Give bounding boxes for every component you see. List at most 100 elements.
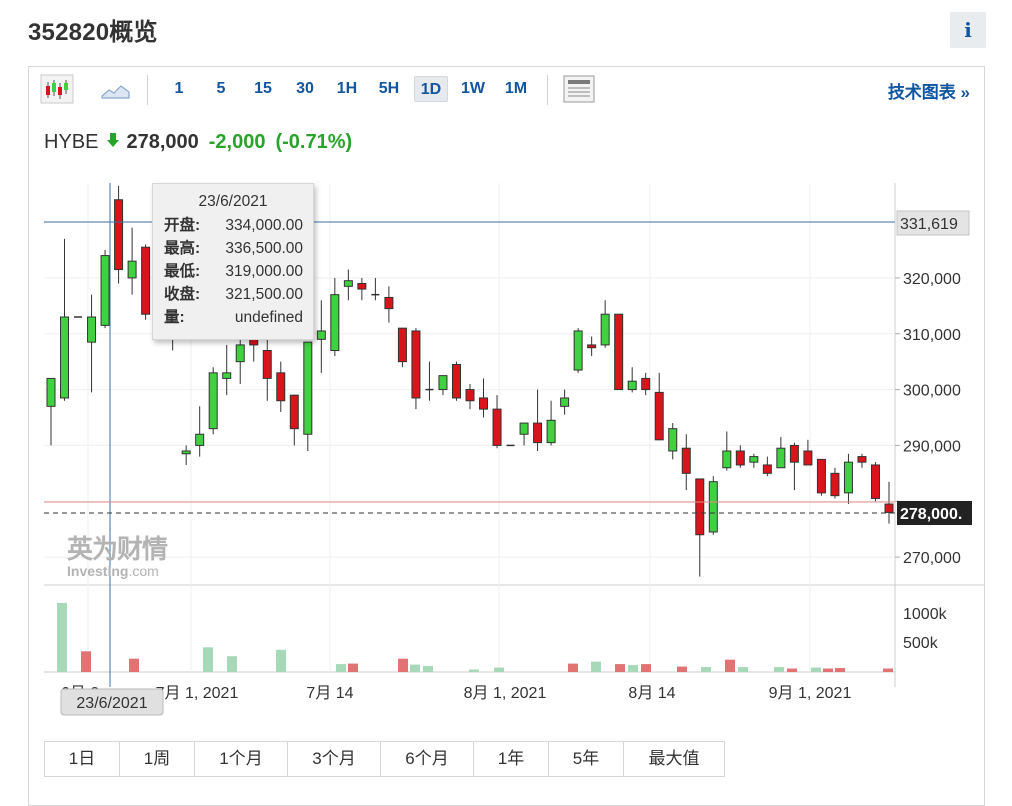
candle (614, 313, 624, 391)
candle-body (127, 260, 137, 279)
candle-body (843, 461, 853, 494)
candle (533, 389, 543, 451)
crosshair-price-label: 331,619 (900, 216, 958, 233)
range-1y[interactable]: 1年 (474, 742, 549, 776)
range-5y[interactable]: 5年 (549, 742, 624, 776)
candle (343, 269, 353, 301)
volume-bar (423, 666, 433, 672)
range-1w[interactable]: 1周 (120, 742, 195, 776)
volume-bar (615, 664, 625, 672)
candle-body (289, 394, 299, 430)
candle (641, 372, 651, 396)
volume-tick-label: 500k (903, 635, 939, 652)
candle-body (181, 450, 191, 455)
candle (371, 277, 380, 301)
candle-body (600, 313, 610, 346)
candle (843, 453, 853, 505)
candle-body (533, 422, 543, 444)
candle (46, 377, 56, 446)
candle (681, 434, 691, 491)
candle (735, 445, 745, 468)
candle (316, 300, 326, 373)
investing-watermark-logo: 英为财情 Investing.com (67, 535, 168, 579)
volume-bar (787, 668, 797, 672)
tooltip-value: 319,000.00 (225, 263, 303, 280)
candle-body (546, 419, 556, 444)
candle (479, 378, 489, 418)
volume-bar (227, 656, 237, 672)
candle-body (762, 464, 772, 474)
candle (749, 453, 759, 468)
candle-body (627, 380, 637, 391)
candle-body (141, 246, 151, 315)
candle (330, 277, 340, 357)
candle (627, 367, 637, 393)
candle-body (857, 456, 867, 463)
candle (884, 481, 894, 524)
tooltip-label: 量: (164, 309, 185, 326)
price-tick-label: 320,000 (903, 271, 961, 288)
candle-body (357, 283, 367, 290)
candle (276, 361, 286, 412)
candle-body (830, 472, 840, 497)
price-tick-label: 270,000 (903, 550, 961, 567)
candle-body (789, 444, 799, 463)
candle (425, 361, 434, 401)
candlestick-chart[interactable]: 270,000 290,000 300,000 310,000 320,000 1000k… (0, 0, 1012, 794)
candle (803, 439, 813, 466)
volume-bar (641, 664, 651, 672)
crosshair-date-label: 23/6/2021 (60, 688, 164, 716)
candle (384, 286, 394, 323)
volume-bar (738, 667, 748, 672)
tooltip-date: 23/6/2021 (198, 193, 268, 210)
tooltip-label: 收盘: (164, 286, 201, 303)
candle-body (195, 433, 205, 446)
crosshair-date-text: 23/6/2021 (76, 695, 147, 712)
range-1m[interactable]: 1个月 (195, 742, 288, 776)
candle (195, 406, 205, 457)
candle (114, 185, 124, 284)
candle-body (208, 372, 218, 430)
volume-bar (774, 667, 784, 672)
candle (560, 389, 570, 415)
range-3m[interactable]: 3个月 (288, 742, 381, 776)
candle-body (614, 313, 624, 391)
tooltip-label: 最高: (164, 240, 201, 257)
candle-body (249, 338, 259, 346)
candle-body (587, 344, 597, 349)
tooltip-value: 334,000.00 (225, 217, 303, 234)
candle (546, 400, 556, 446)
range-max[interactable]: 最大值 (624, 742, 724, 776)
candle-body (492, 408, 502, 446)
candle (141, 244, 151, 320)
volume-bar (410, 664, 420, 672)
volume-bar (57, 602, 67, 672)
candle (695, 478, 705, 577)
candle (519, 422, 529, 446)
candle (465, 384, 475, 410)
candle-body (384, 296, 394, 310)
volume-bar (835, 668, 845, 672)
volume-bar (883, 668, 893, 672)
volume-bar (276, 649, 286, 672)
candle (303, 341, 313, 451)
candle (776, 437, 786, 469)
candle-body (235, 344, 245, 363)
x-tick-label: 7月 1, 2021 (156, 685, 239, 702)
x-tick-label: 7月 14 (306, 685, 353, 702)
range-6m[interactable]: 6个月 (381, 742, 474, 776)
range-1d[interactable]: 1日 (45, 742, 120, 776)
candle (573, 328, 583, 373)
tooltip-label: 最低: (164, 263, 201, 280)
candle-body (411, 330, 421, 399)
candle-body (749, 456, 759, 463)
candle (100, 250, 110, 329)
price-tick-label: 310,000 (903, 327, 961, 344)
volume-bar (823, 668, 833, 672)
candle-body (100, 255, 110, 326)
volume-bar (469, 669, 479, 672)
candle-body (465, 389, 475, 402)
volume-bar (81, 651, 91, 672)
candle-body (303, 341, 313, 435)
candle-body (573, 330, 583, 371)
